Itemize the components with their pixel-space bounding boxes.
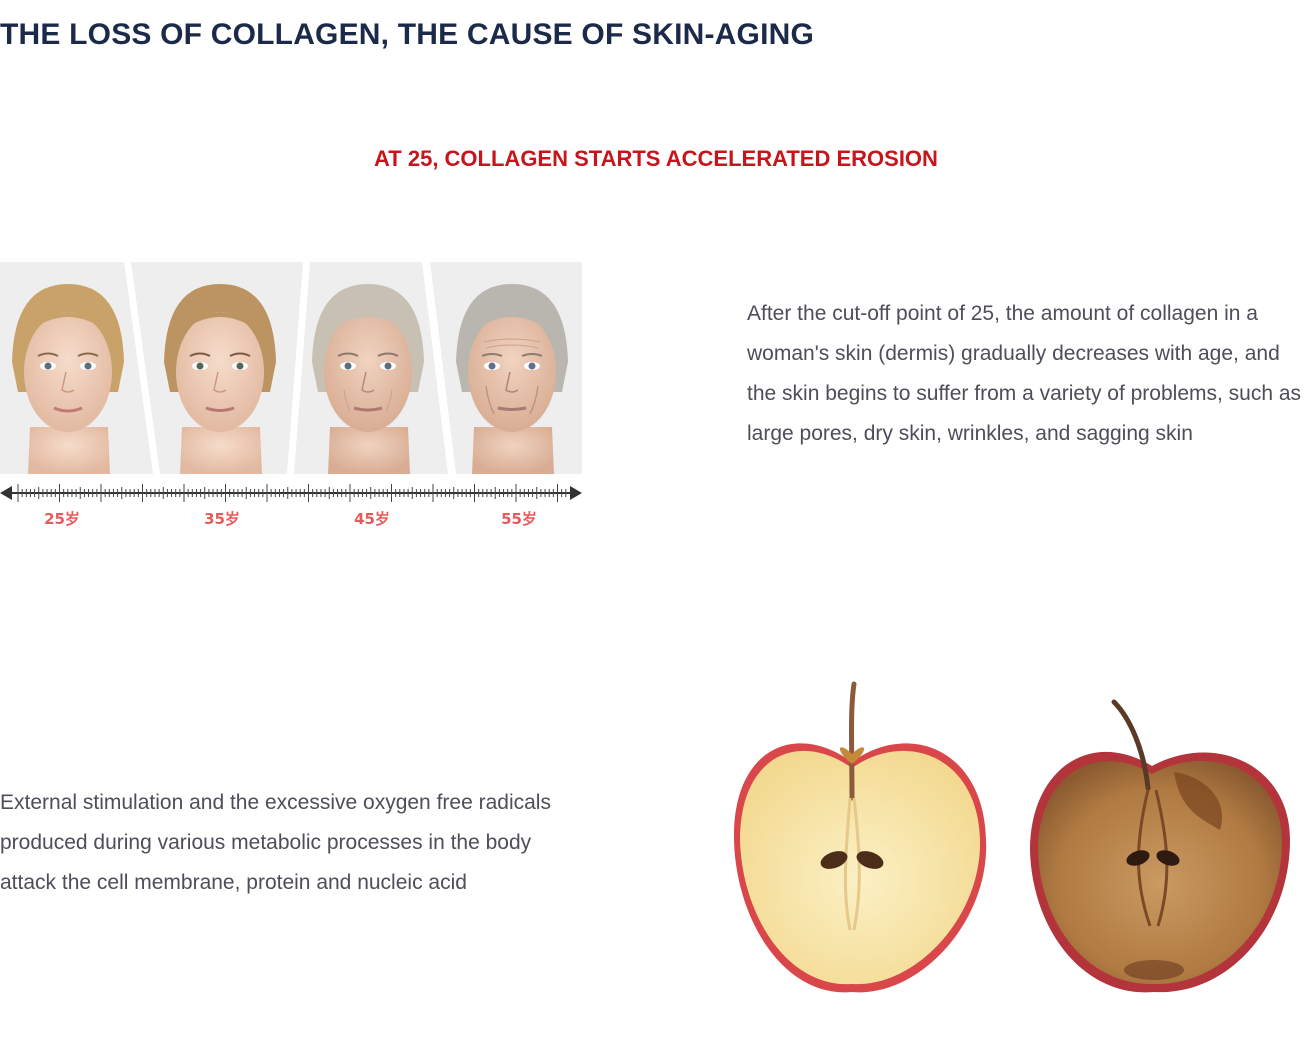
page-title: THE LOSS OF COLLAGEN, THE CAUSE OF SKIN-… (0, 18, 815, 51)
age-label-25: 25岁 (44, 510, 80, 528)
collagen-loss-paragraph: After the cut-off point of 25, the amoun… (747, 302, 1302, 445)
apples-oxidation-figure (734, 681, 1290, 993)
age-label-45: 45岁 (354, 510, 390, 528)
age-label-35: 35岁 (204, 510, 240, 528)
age-label-55: 55岁 (501, 510, 537, 528)
aging-faces-figure: 25岁 35岁 45岁 55岁 (0, 262, 582, 528)
oxidized-apple-photo (1030, 699, 1290, 993)
fresh-apple-photo (734, 681, 987, 993)
oxidation-paragraph: External stimulation and the excessive o… (0, 791, 551, 894)
section-subtitle: AT 25, COLLAGEN STARTS ACCELERATED EROSI… (374, 146, 938, 171)
